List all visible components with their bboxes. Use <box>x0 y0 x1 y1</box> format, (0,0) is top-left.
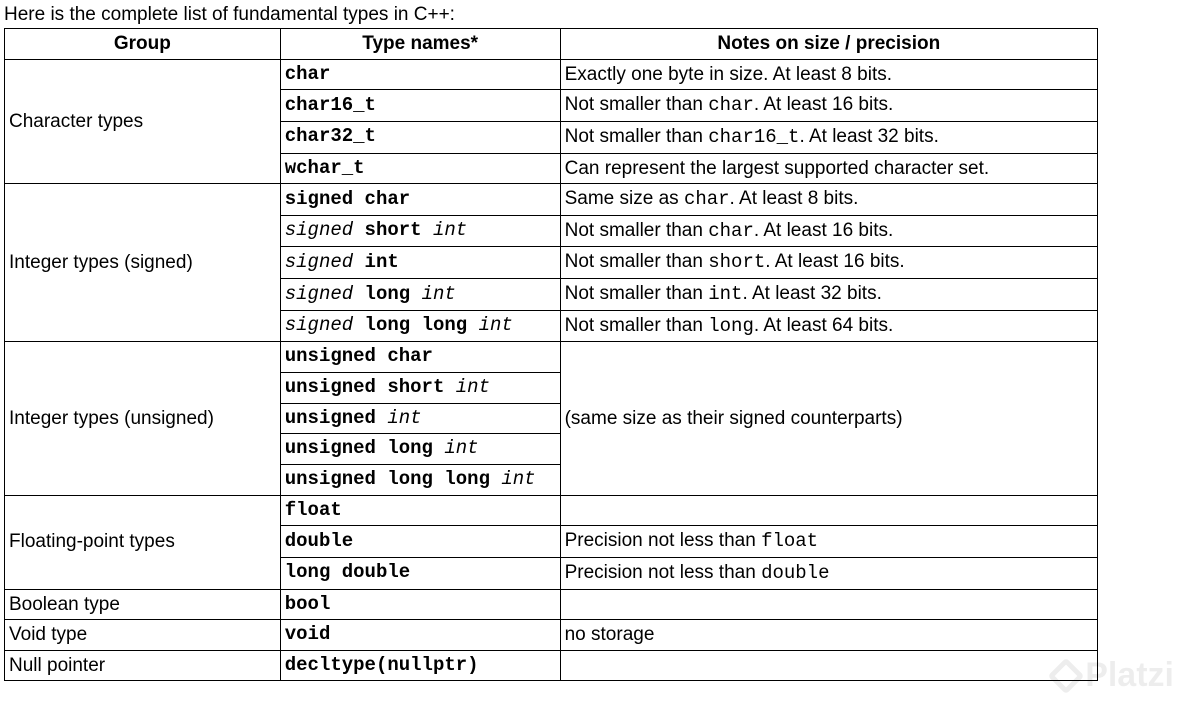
notes-cell: Can represent the largest supported char… <box>560 153 1097 184</box>
notes-cell: Not smaller than long. At least 64 bits. <box>560 310 1097 342</box>
type-name-cell: float <box>280 495 560 526</box>
notes-cell: no storage <box>560 620 1097 651</box>
group-cell: Integer types (signed) <box>5 184 281 342</box>
type-name-cell: bool <box>280 589 560 620</box>
group-cell: Character types <box>5 59 281 184</box>
notes-cell: Precision not less than float <box>560 526 1097 558</box>
type-name-cell: signed int <box>280 247 560 279</box>
group-cell: Void type <box>5 620 281 651</box>
table-row: Integer types (unsigned)unsigned char(sa… <box>5 342 1098 373</box>
type-name-cell: char <box>280 59 560 90</box>
type-name-cell: decltype(nullptr) <box>280 650 560 681</box>
group-cell: Integer types (unsigned) <box>5 342 281 495</box>
type-name-cell: signed long int <box>280 279 560 311</box>
notes-cell <box>560 589 1097 620</box>
type-name-cell: unsigned short int <box>280 373 560 404</box>
notes-cell: Not smaller than int. At least 32 bits. <box>560 279 1097 311</box>
notes-cell: Exactly one byte in size. At least 8 bit… <box>560 59 1097 90</box>
notes-cell: Not smaller than char. At least 16 bits. <box>560 215 1097 247</box>
type-name-cell: signed long long int <box>280 310 560 342</box>
type-name-cell: unsigned char <box>280 342 560 373</box>
type-name-cell: unsigned int <box>280 403 560 434</box>
watermark-text: Platzi <box>1085 656 1174 695</box>
notes-cell: Not smaller than short. At least 16 bits… <box>560 247 1097 279</box>
notes-cell: Not smaller than char16_t. At least 32 b… <box>560 121 1097 153</box>
notes-cell: (same size as their signed counterparts) <box>560 342 1097 495</box>
notes-cell: Precision not less than double <box>560 557 1097 589</box>
type-name-cell: signed char <box>280 184 560 216</box>
notes-cell <box>560 650 1097 681</box>
type-name-cell: unsigned long long int <box>280 464 560 495</box>
header-notes: Notes on size / precision <box>560 29 1097 60</box>
type-name-cell: double <box>280 526 560 558</box>
table-row: Character typescharExactly one byte in s… <box>5 59 1098 90</box>
notes-cell <box>560 495 1097 526</box>
header-group: Group <box>5 29 281 60</box>
table-row: Boolean typebool <box>5 589 1098 620</box>
notes-cell: Not smaller than char. At least 16 bits. <box>560 90 1097 122</box>
type-name-cell: signed short int <box>280 215 560 247</box>
type-name-cell: char16_t <box>280 90 560 122</box>
intro-text: Here is the complete list of fundamental… <box>4 4 1180 26</box>
group-cell: Null pointer <box>5 650 281 681</box>
table-row: Null pointerdecltype(nullptr) <box>5 650 1098 681</box>
types-table: Group Type names* Notes on size / precis… <box>4 28 1098 681</box>
table-row: Integer types (signed)signed charSame si… <box>5 184 1098 216</box>
table-row: Floating-point typesfloat <box>5 495 1098 526</box>
type-name-cell: char32_t <box>280 121 560 153</box>
table-row: Void typevoidno storage <box>5 620 1098 651</box>
header-typenames: Type names* <box>280 29 560 60</box>
type-name-cell: void <box>280 620 560 651</box>
group-cell: Boolean type <box>5 589 281 620</box>
type-name-cell: long double <box>280 557 560 589</box>
type-name-cell: unsigned long int <box>280 434 560 465</box>
type-name-cell: wchar_t <box>280 153 560 184</box>
notes-cell: Same size as char. At least 8 bits. <box>560 184 1097 216</box>
group-cell: Floating-point types <box>5 495 281 589</box>
